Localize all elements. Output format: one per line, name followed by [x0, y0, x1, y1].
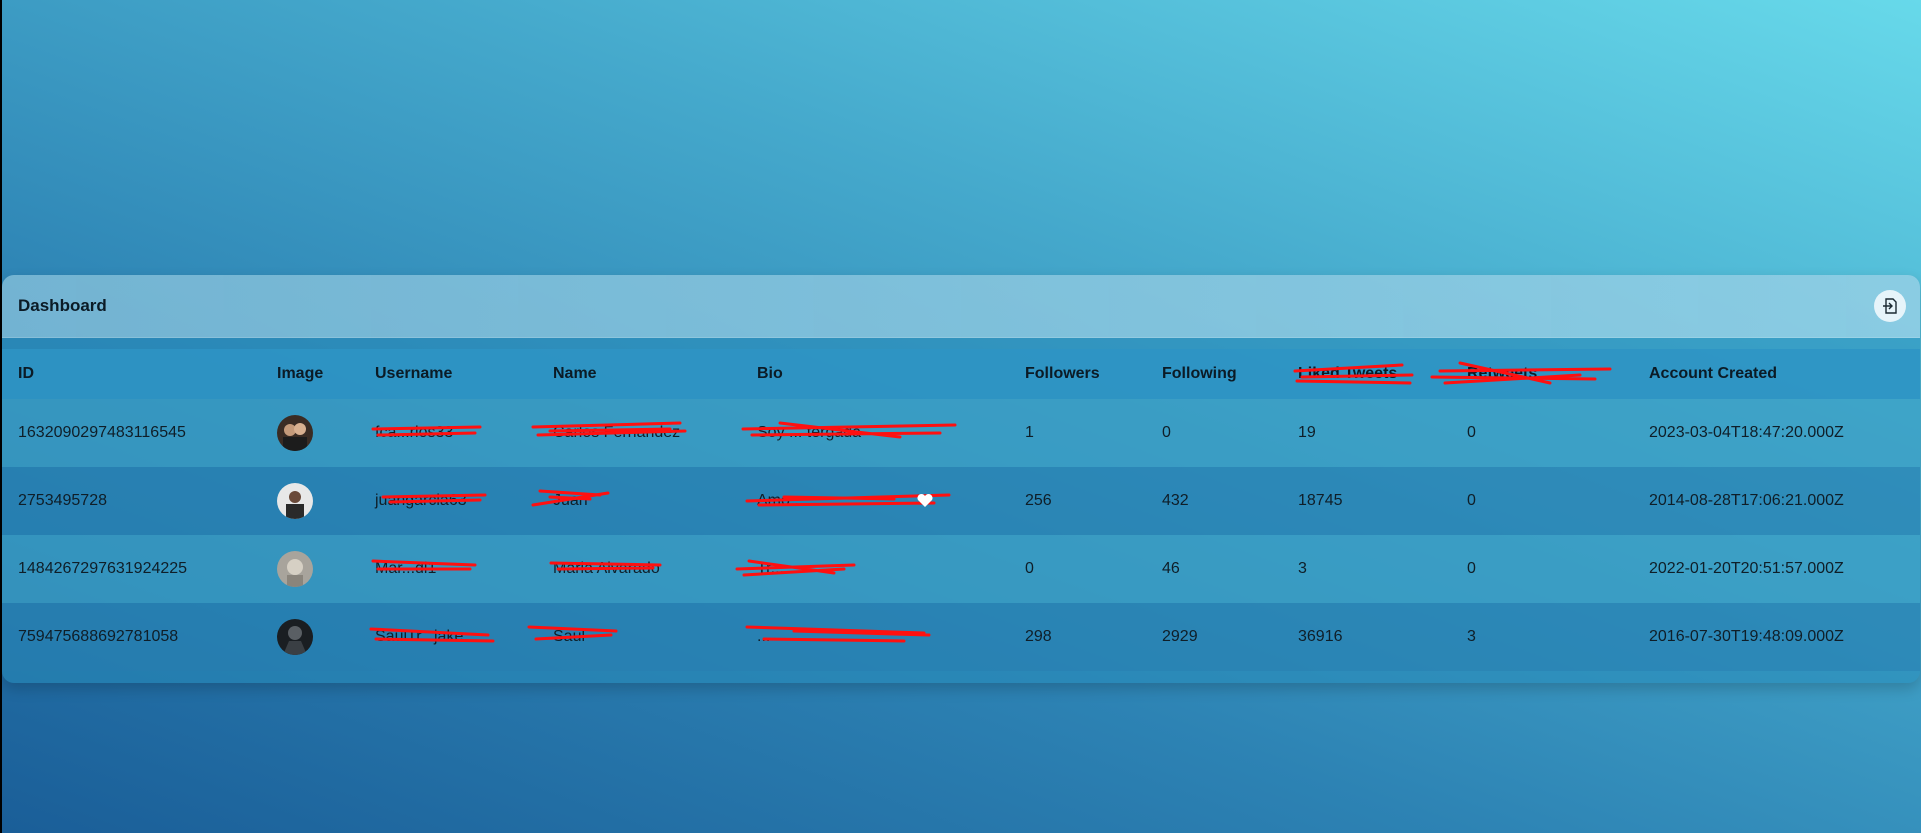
header-image[interactable]: Image: [277, 365, 323, 383]
cell-bio: Amo ...: [757, 492, 808, 509]
cell-id: 759475688692781058: [18, 628, 179, 645]
header-id[interactable]: ID: [18, 365, 34, 383]
cell-name: Maria Alvarado: [553, 560, 660, 577]
cell-following: 0: [1162, 424, 1171, 441]
cell-account-created: 2023-03-04T18:47:20.000Z: [1649, 424, 1844, 441]
table-row[interactable]: 1632090297483116545 fca...rlos33 Carlos …: [2, 399, 1920, 467]
cell-id: 1632090297483116545: [18, 424, 186, 441]
cell-bio: Tr...: [757, 560, 784, 577]
redaction-mark: [745, 625, 931, 643]
avatar: [277, 415, 313, 451]
users-table: ID Image Username Name Bio Followers Fol…: [2, 349, 1920, 671]
cell-username: fca...rlos33: [375, 424, 454, 441]
table-row[interactable]: 1484267297631924225 Mar...di1 Maria Alva…: [2, 535, 1920, 603]
avatar: [277, 551, 313, 587]
cell-username: juangarcia63: [375, 492, 467, 509]
cell-followers: 0: [1025, 560, 1034, 577]
cell-account-created: 2022-01-20T20:51:57.000Z: [1649, 560, 1844, 577]
heart-icon: [917, 493, 933, 507]
cell-account-created: 2014-08-28T17:06:21.000Z: [1649, 492, 1844, 509]
cell-id: 2753495728: [18, 492, 107, 509]
dashboard-header: Dashboard: [2, 275, 1920, 338]
table-header-row: ID Image Username Name Bio Followers Fol…: [2, 349, 1920, 399]
cell-following: 46: [1162, 560, 1180, 577]
redaction-mark: [735, 559, 856, 577]
logout-icon: [1883, 298, 1897, 314]
header-followers[interactable]: Followers: [1025, 365, 1100, 383]
header-bio[interactable]: Bio: [757, 365, 783, 383]
cell-liked-tweets: 19: [1298, 424, 1316, 441]
cell-retweets: 0: [1467, 492, 1476, 509]
header-retweets[interactable]: Retweets: [1467, 365, 1537, 383]
table-row[interactable]: 759475688692781058 SaulTr...jake Saul ..…: [2, 603, 1920, 671]
cell-name: Saul: [553, 628, 586, 645]
header-account-created[interactable]: Account Created: [1649, 365, 1777, 383]
cell-followers: 256: [1025, 492, 1052, 509]
cell-liked-tweets: 3: [1298, 560, 1307, 577]
cell-following: 432: [1162, 492, 1189, 509]
cell-account-created: 2016-07-30T19:48:09.000Z: [1649, 628, 1844, 645]
avatar: [277, 483, 313, 519]
header-following[interactable]: Following: [1162, 365, 1237, 383]
cell-id: 1484267297631924225: [18, 560, 188, 577]
cell-liked-tweets: 18745: [1298, 492, 1343, 509]
cell-liked-tweets: 36916: [1298, 628, 1343, 645]
cell-followers: 1: [1025, 424, 1034, 441]
cell-followers: 298: [1025, 628, 1052, 645]
cell-retweets: 0: [1467, 560, 1476, 577]
cell-bio: Soy ... tergada: [757, 424, 862, 441]
page-title: Dashboard: [18, 296, 107, 315]
cell-bio: ...: [757, 628, 771, 645]
avatar: [277, 619, 313, 655]
cell-name: Juan: [553, 492, 588, 509]
cell-retweets: 0: [1467, 424, 1476, 441]
cell-retweets: 3: [1467, 628, 1476, 645]
dashboard-panel: Dashboard ID Image Username Name Bio Fol…: [2, 275, 1920, 683]
header-name[interactable]: Name: [553, 365, 597, 383]
header-username[interactable]: Username: [375, 365, 452, 383]
logout-button[interactable]: [1874, 290, 1906, 322]
cell-name: Carlos Fernandez: [553, 424, 681, 441]
table-row[interactable]: 2753495728 juangarcia63 Juan Amo ... 256…: [2, 467, 1920, 535]
header-liked-tweets[interactable]: Liked Tweets: [1298, 365, 1397, 383]
cell-username: SaulTr...jake: [375, 628, 464, 645]
cell-username: Mar...di1: [375, 560, 437, 577]
cell-following: 2929: [1162, 628, 1198, 645]
